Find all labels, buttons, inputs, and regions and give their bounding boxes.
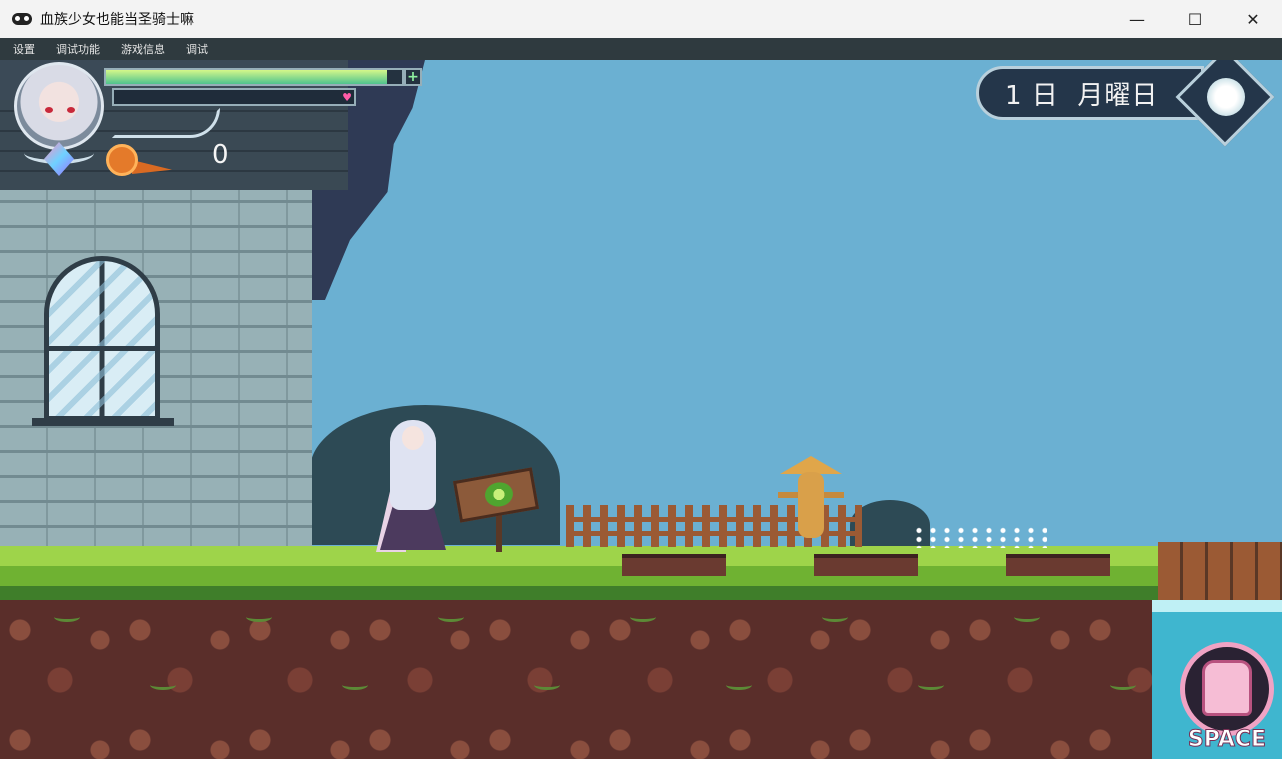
minimize-button[interactable]: —	[1108, 0, 1166, 38]
character-portrait	[14, 62, 104, 150]
app-icon	[12, 13, 32, 25]
sprout-icon	[438, 612, 464, 622]
hp-bar: +	[104, 68, 422, 86]
space-label: SPACE	[1187, 727, 1267, 753]
menu-bar: 设置 调试功能 游戏信息 调试	[0, 38, 1282, 60]
ornament	[112, 108, 220, 138]
flower-patch	[912, 526, 1047, 548]
date-label: 1 日 月曜日	[1005, 80, 1159, 111]
farm-plot[interactable]	[1006, 554, 1110, 576]
mp-bar: ♥	[112, 88, 356, 106]
window-controls: — ☐ ✕	[1108, 0, 1282, 38]
window-title: 血族少女也能当圣骑士嘛	[40, 12, 194, 28]
game-canvas[interactable]: + ♥ 0 1 日 月曜日 SPACE	[0, 60, 1282, 759]
hp-bar-fill	[106, 70, 388, 84]
grass-ground	[0, 546, 1160, 601]
coin-icon	[106, 144, 138, 176]
sprout-icon	[630, 612, 656, 622]
title-bar: 血族少女也能当圣骑士嘛 — ☐ ✕	[0, 0, 1282, 38]
space-bag-button[interactable]: SPACE	[1176, 642, 1278, 753]
player-character	[376, 414, 450, 568]
menu-game-info[interactable]: 游戏信息	[108, 41, 173, 57]
sprout-icon	[534, 680, 560, 690]
menu-debug-functions[interactable]: 调试功能	[43, 41, 108, 57]
menu-settings[interactable]: 设置	[0, 41, 43, 57]
sprout-icon	[246, 612, 272, 622]
window-sill	[32, 418, 174, 426]
sprout-icon	[918, 680, 944, 690]
sprout-icon	[150, 680, 176, 690]
plus-icon: +	[404, 68, 422, 86]
sprout-icon	[726, 680, 752, 690]
cabbage-icon	[483, 480, 515, 509]
gold-count: 0	[212, 140, 229, 170]
tower-window	[44, 256, 160, 421]
farm-plot[interactable]	[622, 554, 726, 576]
maximize-button[interactable]: ☐	[1166, 0, 1224, 38]
bag-icon	[1202, 660, 1252, 716]
date-panel: 1 日 月曜日	[976, 66, 1204, 120]
sprout-icon	[1014, 612, 1040, 622]
sprout-icon	[822, 612, 848, 622]
sprout-icon	[342, 680, 368, 690]
scarecrow	[778, 442, 844, 542]
wooden-dock	[1158, 542, 1282, 602]
heart-icon: ♥	[342, 91, 352, 104]
menu-debug[interactable]: 调试	[173, 41, 216, 57]
close-button[interactable]: ✕	[1224, 0, 1282, 38]
sprout-icon	[54, 612, 80, 622]
farm-plot[interactable]	[814, 554, 918, 576]
moon-icon	[1207, 78, 1245, 116]
sprout-icon	[1110, 680, 1136, 690]
